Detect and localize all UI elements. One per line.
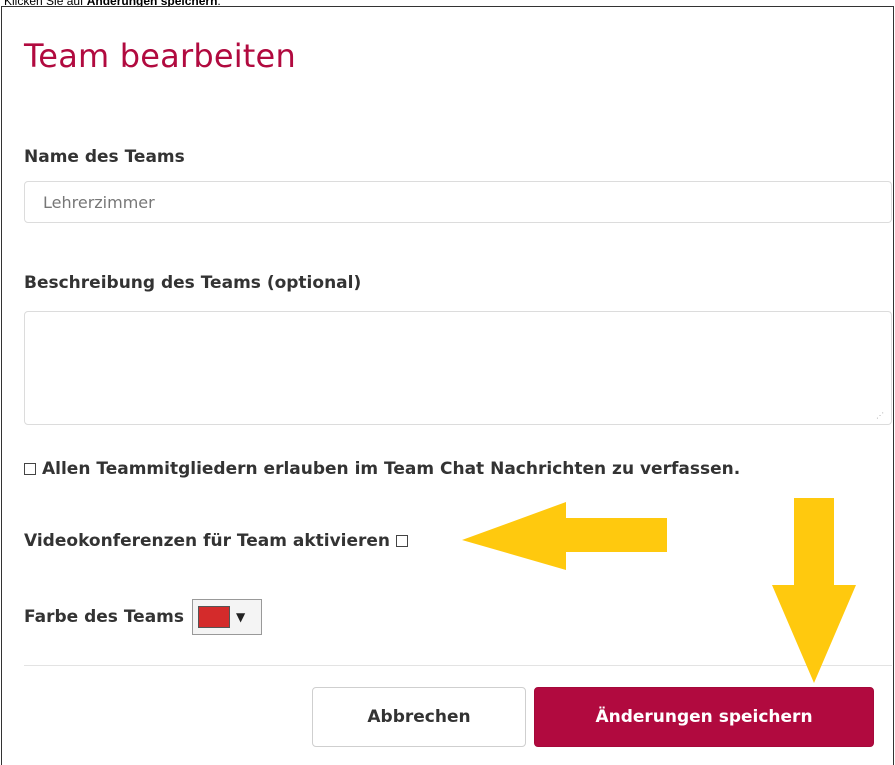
team-color-picker[interactable]: ▼ [192, 599, 262, 635]
chat-permission-checkbox[interactable] [24, 463, 36, 475]
team-description-textarea[interactable] [24, 311, 892, 425]
footer-divider [24, 665, 892, 666]
resize-grip-icon[interactable]: ⋰ [876, 411, 886, 421]
team-color-row: Farbe des Teams ▼ [24, 599, 262, 635]
team-description-label: Beschreibung des Teams (optional) [24, 273, 362, 293]
dialog-title: Team bearbeiten [24, 37, 296, 75]
video-conference-checkbox[interactable] [396, 535, 409, 547]
team-color-label: Farbe des Teams [24, 607, 184, 627]
edit-team-dialog: Team bearbeiten Name des Teams Beschreib… [1, 6, 894, 765]
video-conference-label: Videokonferenzen für Team aktivieren [24, 531, 391, 551]
video-conference-row: Videokonferenzen für Team aktivieren [24, 531, 409, 551]
save-changes-button[interactable]: Änderungen speichern [534, 687, 874, 747]
chat-permission-label: Allen Teammitgliedern erlauben im Team C… [42, 459, 741, 479]
chevron-down-icon: ▼ [236, 610, 246, 624]
team-name-label: Name des Teams [24, 147, 185, 167]
team-name-input[interactable] [24, 181, 892, 223]
chat-permission-row: Allen Teammitgliedern erlauben im Team C… [24, 459, 740, 479]
cancel-button[interactable]: Abbrechen [312, 687, 526, 747]
color-swatch [198, 606, 230, 628]
